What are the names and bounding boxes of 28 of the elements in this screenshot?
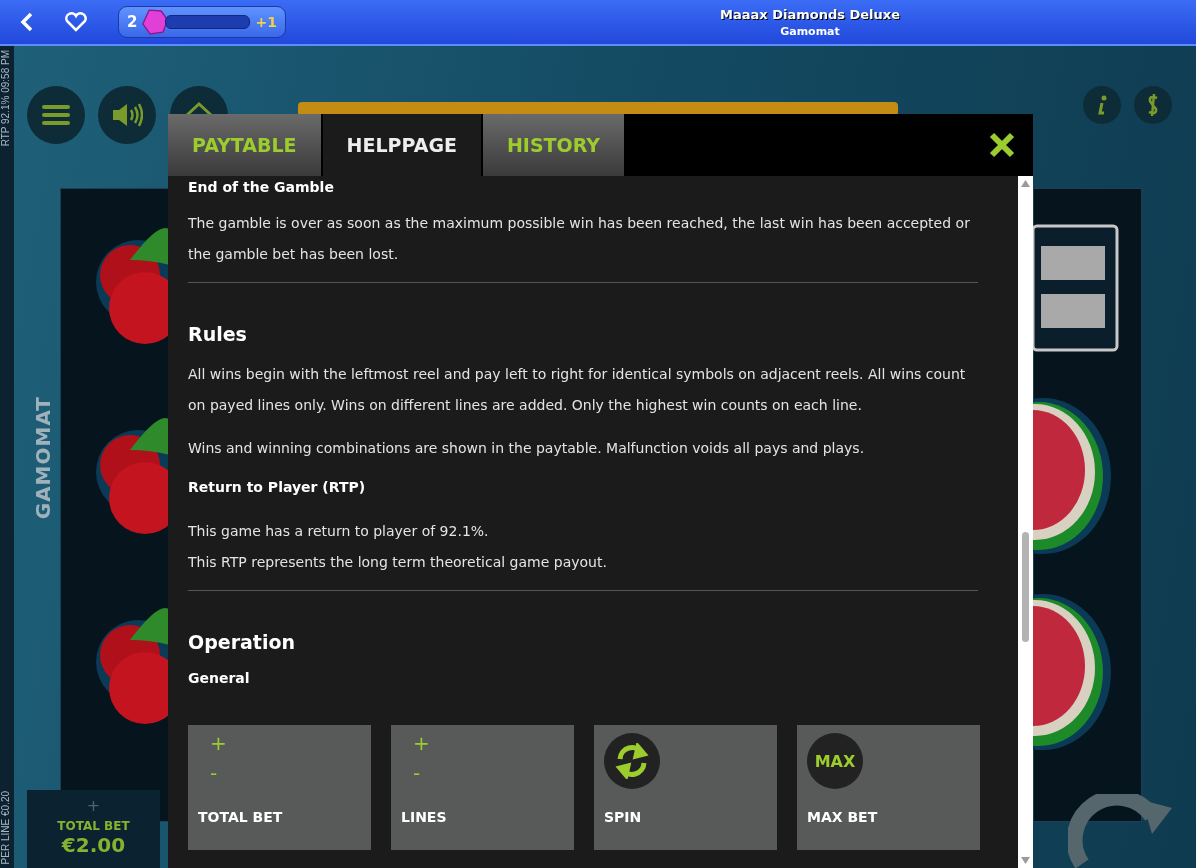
control-label: SPIN bbox=[604, 809, 642, 825]
rtp-time-info: RTP 92.1% 09:58 PM bbox=[0, 50, 11, 147]
max-badge: MAX bbox=[807, 733, 863, 789]
plus-sign: + bbox=[413, 731, 430, 755]
help-paragraph: The gamble is over as soon as the maximum possible win has been reached, the last win has been accepted or the gamble bet has been lost. bbox=[188, 214, 971, 264]
game-provider: Gamomat bbox=[780, 24, 840, 38]
total-bet-label: TOTAL BET bbox=[57, 819, 130, 833]
control-label: MAX BET bbox=[807, 809, 878, 825]
minus-sign: - bbox=[413, 761, 421, 785]
section-heading: Operation bbox=[188, 631, 296, 653]
plus-sign: + bbox=[210, 731, 227, 755]
subsection-heading: End of the Gamble bbox=[188, 178, 335, 197]
minus-sign: - bbox=[210, 761, 218, 785]
help-paragraph: All wins begin with the leftmost reel and pay left to right for identical symbols on adjacent reels. All wins count on payed lines only. Wins on different lines are added. Only the highest win counts on each line. bbox=[188, 365, 967, 415]
subsection-heading: Return to Player (RTP) bbox=[188, 478, 367, 497]
subsection-heading: General bbox=[188, 669, 251, 688]
reel-brand-text: GAMOMAT bbox=[31, 396, 55, 520]
control-label: TOTAL BET bbox=[198, 809, 283, 825]
per-line-info: PER LINE €0.20 bbox=[0, 790, 11, 864]
total-bet-value: €2.00 bbox=[61, 833, 126, 857]
help-text: This RTP represents the long term theoretical game payout. bbox=[188, 553, 608, 572]
help-text: This game has a return to player of 92.1%. bbox=[188, 522, 490, 541]
section-heading: Rules bbox=[188, 323, 248, 345]
level-number: 2 bbox=[127, 13, 138, 31]
help-paragraph: Wins and winning combinations are shown in the paytable. Malfunction voids all pays and plays. bbox=[188, 439, 866, 458]
game-title: Maaax Diamonds Deluxe bbox=[720, 6, 900, 22]
level-reward: +1 bbox=[255, 14, 277, 30]
control-label: LINES bbox=[401, 809, 447, 825]
